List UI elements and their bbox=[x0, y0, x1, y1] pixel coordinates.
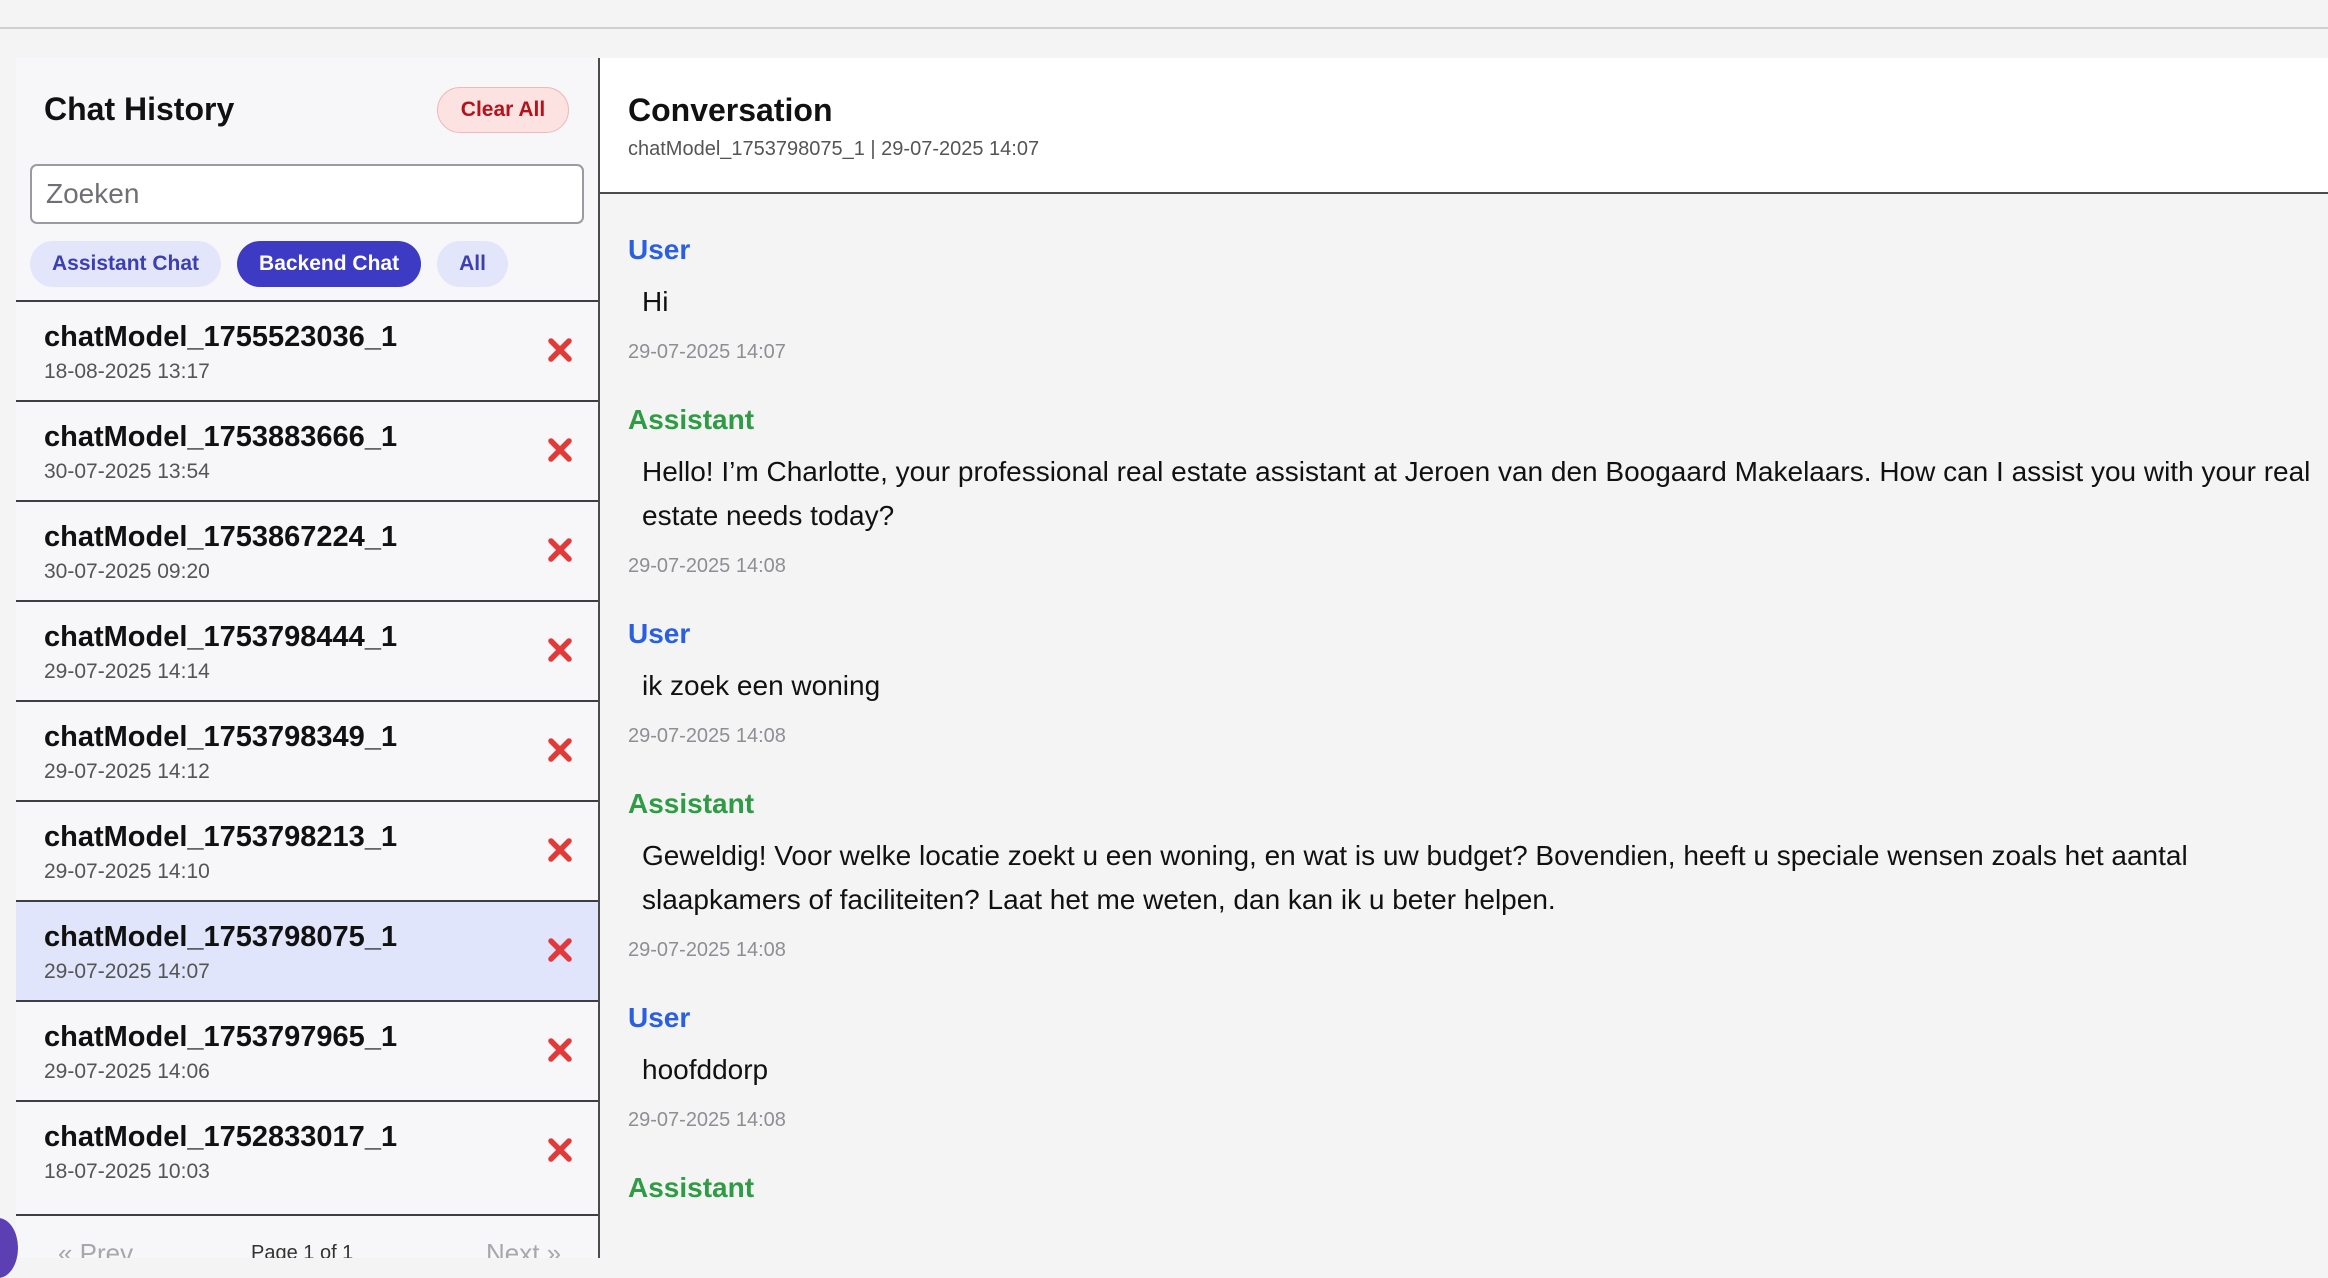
chat-date: 29-07-2025 14:06 bbox=[44, 1060, 210, 1083]
close-icon[interactable] bbox=[546, 736, 574, 764]
search-input[interactable] bbox=[30, 164, 584, 224]
pagination: « Prev Page 1 of 1 Next » bbox=[16, 1214, 598, 1258]
message-time: 29-07-2025 14:08 bbox=[628, 725, 786, 747]
chat-date: 29-07-2025 14:12 bbox=[44, 760, 210, 783]
next-page-button[interactable]: Next » bbox=[486, 1238, 561, 1258]
message-role: Assistant bbox=[628, 404, 755, 435]
chat-name: chatModel_1753798444_1 bbox=[44, 621, 398, 653]
top-bar bbox=[0, 0, 2328, 29]
message-text: Hi bbox=[642, 286, 669, 317]
chat-date: 29-07-2025 14:10 bbox=[44, 860, 210, 883]
chat-list: chatModel_1755523036_1 18-08-2025 13:17 … bbox=[16, 300, 598, 1200]
chat-list-item[interactable]: chatModel_1753798444_1 29-07-2025 14:14 bbox=[16, 600, 598, 700]
message-list: User Hi 29-07-2025 14:07 Assistant Hello… bbox=[628, 230, 2328, 1208]
message-text: Hello! I’m Charlotte, your professional … bbox=[642, 456, 2311, 531]
chat-date: 29-07-2025 14:14 bbox=[44, 660, 210, 683]
message-time: 29-07-2025 14:07 bbox=[628, 341, 786, 363]
chat-list-item-selected[interactable]: chatModel_1753798075_1 29-07-2025 14:07 bbox=[16, 900, 598, 1000]
clear-all-button[interactable]: Clear All bbox=[437, 87, 569, 133]
chat-date: 30-07-2025 13:54 bbox=[44, 460, 210, 483]
close-icon[interactable] bbox=[546, 836, 574, 864]
conversation-header: Conversation chatModel_1753798075_1 | 29… bbox=[600, 58, 2328, 194]
chat-list-item[interactable]: chatModel_1755523036_1 18-08-2025 13:17 bbox=[16, 300, 598, 400]
message: Assistant Hello! I’m Charlotte, your pro… bbox=[628, 400, 2328, 584]
close-icon[interactable] bbox=[546, 536, 574, 564]
filter-chips: Assistant Chat Backend Chat All bbox=[30, 241, 508, 287]
message-role: User bbox=[628, 1002, 691, 1033]
chat-name: chatModel_1753797965_1 bbox=[44, 1021, 398, 1053]
page-indicator: Page 1 of 1 bbox=[251, 1242, 354, 1258]
close-icon[interactable] bbox=[546, 936, 574, 964]
chat-date: 29-07-2025 14:07 bbox=[44, 960, 210, 983]
chat-name: chatModel_1753798213_1 bbox=[44, 821, 398, 853]
sidebar-title: Chat History bbox=[44, 91, 235, 127]
message: User hoofddorp 29-07-2025 14:08 bbox=[628, 998, 2328, 1138]
chat-date: 18-07-2025 10:03 bbox=[44, 1160, 210, 1183]
conversation-title: Conversation bbox=[628, 92, 833, 128]
prev-page-button[interactable]: « Prev bbox=[58, 1238, 133, 1258]
close-icon[interactable] bbox=[546, 1036, 574, 1064]
message-role: Assistant bbox=[628, 1172, 755, 1203]
chat-name: chatModel_1752833017_1 bbox=[44, 1121, 398, 1153]
chat-list-item[interactable]: chatModel_1753797965_1 29-07-2025 14:06 bbox=[16, 1000, 598, 1100]
message: Assistant bbox=[628, 1168, 2328, 1208]
close-icon[interactable] bbox=[546, 336, 574, 364]
chat-list-item[interactable]: chatModel_1753798213_1 29-07-2025 14:10 bbox=[16, 800, 598, 900]
close-icon[interactable] bbox=[546, 436, 574, 464]
message-time: 29-07-2025 14:08 bbox=[628, 939, 786, 961]
chat-list-item[interactable]: chatModel_1753883666_1 30-07-2025 13:54 bbox=[16, 400, 598, 500]
close-icon[interactable] bbox=[546, 636, 574, 664]
chat-date: 30-07-2025 09:20 bbox=[44, 560, 210, 583]
message-role: Assistant bbox=[628, 788, 755, 819]
chat-list-item[interactable]: chatModel_1753798349_1 29-07-2025 14:12 bbox=[16, 700, 598, 800]
chat-date: 18-08-2025 13:17 bbox=[44, 360, 210, 383]
chat-name: chatModel_1753883666_1 bbox=[44, 421, 398, 453]
conversation-subtitle: chatModel_1753798075_1 | 29-07-2025 14:0… bbox=[628, 138, 1040, 160]
message: User ik zoek een woning 29-07-2025 14:08 bbox=[628, 614, 2328, 754]
message-text: Geweldig! Voor welke locatie zoekt u een… bbox=[642, 840, 2188, 915]
message-text: ik zoek een woning bbox=[642, 670, 881, 701]
filter-all[interactable]: All bbox=[437, 241, 508, 287]
chat-name: chatModel_1753798349_1 bbox=[44, 721, 398, 753]
message-time: 29-07-2025 14:08 bbox=[628, 1109, 786, 1131]
sidebar-header: Chat History Clear All bbox=[16, 58, 598, 158]
filter-assistant-chat[interactable]: Assistant Chat bbox=[30, 241, 222, 287]
chat-name: chatModel_1753798075_1 bbox=[44, 921, 398, 953]
message: User Hi 29-07-2025 14:07 bbox=[628, 230, 2328, 370]
chat-list-item[interactable]: chatModel_1753867224_1 30-07-2025 09:20 bbox=[16, 500, 598, 600]
chat-history-sidebar: Chat History Clear All Assistant Chat Ba… bbox=[16, 58, 600, 1258]
chat-name: chatModel_1755523036_1 bbox=[44, 321, 398, 353]
chat-list-item[interactable]: chatModel_1752833017_1 18-07-2025 10:03 bbox=[16, 1100, 598, 1200]
chat-name: chatModel_1753867224_1 bbox=[44, 521, 398, 553]
filter-backend-chat[interactable]: Backend Chat bbox=[237, 241, 422, 287]
message-time: 29-07-2025 14:08 bbox=[628, 555, 786, 577]
close-icon[interactable] bbox=[546, 1136, 574, 1164]
message-role: User bbox=[628, 618, 691, 649]
message: Assistant Geweldig! Voor welke locatie z… bbox=[628, 784, 2328, 968]
conversation-panel: Conversation chatModel_1753798075_1 | 29… bbox=[600, 58, 2328, 1258]
message-role: User bbox=[628, 234, 691, 265]
message-text: hoofddorp bbox=[642, 1054, 769, 1085]
